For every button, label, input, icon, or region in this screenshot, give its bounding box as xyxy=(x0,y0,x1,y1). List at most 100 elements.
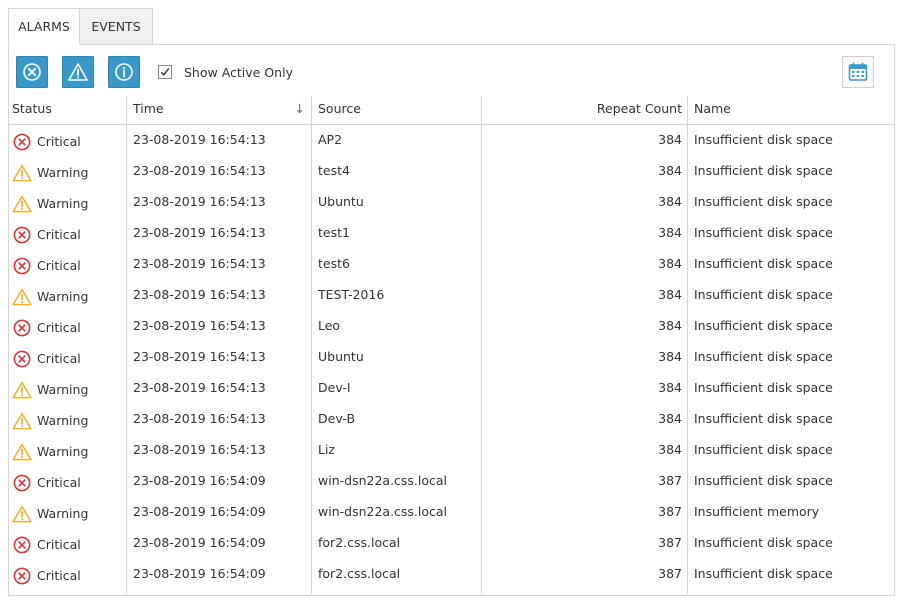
time-cell: 23-08-2019 16:54:13 xyxy=(133,287,266,302)
name-cell: Insufficient disk space xyxy=(694,566,833,581)
name-cell: Insufficient disk space xyxy=(694,163,833,178)
table-row[interactable]: Critical 23-08-2019 16:54:09 for2.css.loca… xyxy=(8,528,895,559)
table-row[interactable]: Warning 23-08-2019 16:54:13 TEST-2016 384 In… xyxy=(8,280,895,311)
table-row[interactable]: Critical 23-08-2019 16:54:13 test6 384 Insuf… xyxy=(8,249,895,280)
column-header-repeat-count[interactable]: Repeat Count xyxy=(482,96,686,125)
source-cell: for2.css.local xyxy=(318,566,401,581)
status-label: Critical xyxy=(37,537,81,552)
tab-events[interactable]: EVENTS xyxy=(80,8,153,45)
time-cell: 23-08-2019 16:54:09 xyxy=(133,535,266,550)
time-cell: 23-08-2019 16:54:13 xyxy=(133,318,266,333)
source-cell: Liz xyxy=(318,442,335,457)
warning-status-icon xyxy=(12,288,32,306)
table-row[interactable]: Warning 23-08-2019 16:54:13 Dev-B 384 Insuff… xyxy=(8,404,895,435)
critical-status-icon xyxy=(13,319,31,337)
source-cell: Ubuntu xyxy=(318,194,364,209)
status-label: Critical xyxy=(37,320,81,335)
source-cell: for2.css.local xyxy=(318,535,401,550)
repeat-count-cell: 387 xyxy=(658,504,682,519)
repeat-count-cell: 384 xyxy=(658,349,682,364)
table-row[interactable]: Warning 23-08-2019 16:54:09 win-dsn22a.css… xyxy=(8,497,895,528)
name-cell: Insufficient disk space xyxy=(694,256,833,271)
status-label: Critical xyxy=(37,351,81,366)
time-cell: 23-08-2019 16:54:13 xyxy=(133,256,266,271)
repeat-count-cell: 384 xyxy=(658,411,682,426)
checkmark-icon xyxy=(160,68,170,76)
source-cell: test6 xyxy=(318,256,350,271)
repeat-count-cell: 384 xyxy=(658,225,682,240)
table-row[interactable]: Critical 23-08-2019 16:54:13 Leo 384 Insuffi… xyxy=(8,311,895,342)
status-label: Warning xyxy=(37,196,89,211)
status-label: Warning xyxy=(37,506,89,521)
column-header-source[interactable]: Source xyxy=(314,96,484,125)
repeat-count-cell: 384 xyxy=(658,380,682,395)
source-cell: win-dsn22a.css.local xyxy=(318,504,448,519)
table-row[interactable]: Critical 23-08-2019 16:54:13 Ubuntu 384 Insu… xyxy=(8,342,895,373)
column-header-time-label: Time xyxy=(133,101,164,116)
column-header-status[interactable]: Status xyxy=(8,96,126,125)
time-cell: 23-08-2019 16:54:13 xyxy=(133,411,266,426)
repeat-count-cell: 384 xyxy=(658,287,682,302)
repeat-count-cell: 387 xyxy=(658,473,682,488)
repeat-count-cell: 384 xyxy=(658,318,682,333)
time-cell: 23-08-2019 16:54:09 xyxy=(133,504,266,519)
time-cell: 23-08-2019 16:54:13 xyxy=(133,380,266,395)
name-cell: Insufficient disk space xyxy=(694,535,833,550)
source-cell: Ubuntu xyxy=(318,349,364,364)
warning-status-icon xyxy=(12,195,32,213)
status-label: Critical xyxy=(37,258,81,273)
calendar-button[interactable] xyxy=(842,56,874,88)
status-label: Warning xyxy=(37,444,89,459)
time-cell: 23-08-2019 16:54:13 xyxy=(133,194,266,209)
table-row[interactable]: Critical 23-08-2019 16:54:09 for2.css.loca… xyxy=(8,559,895,590)
time-cell: 23-08-2019 16:54:13 xyxy=(133,225,266,240)
status-label: Critical xyxy=(37,568,81,583)
status-label: Warning xyxy=(37,165,89,180)
column-header-name[interactable]: Name xyxy=(690,96,890,125)
source-cell: Dev-I xyxy=(318,380,351,395)
table-row[interactable]: Warning 23-08-2019 16:54:13 Liz 384 Insuffic… xyxy=(8,435,895,466)
critical-filter-button[interactable] xyxy=(16,56,48,88)
warning-status-icon xyxy=(12,164,32,182)
sort-descending-icon: ↓ xyxy=(294,101,305,116)
tab-alarms[interactable]: ALARMS xyxy=(8,8,80,45)
time-cell: 23-08-2019 16:54:13 xyxy=(133,163,266,178)
repeat-count-cell: 387 xyxy=(658,535,682,550)
name-cell: Insufficient disk space xyxy=(694,132,833,147)
warning-filter-icon xyxy=(68,63,88,81)
column-header-time[interactable]: Time ↓ xyxy=(129,96,313,125)
source-cell: Dev-B xyxy=(318,411,356,426)
warning-filter-button[interactable] xyxy=(62,56,94,88)
table-row[interactable]: Warning 23-08-2019 16:54:13 test4 384 Insuff… xyxy=(8,156,895,187)
time-cell: 23-08-2019 16:54:13 xyxy=(133,442,266,457)
status-label: Warning xyxy=(37,413,89,428)
table-row[interactable]: Critical 23-08-2019 16:54:09 win-dsn22a.cs… xyxy=(8,466,895,497)
status-label: Critical xyxy=(37,227,81,242)
repeat-count-cell: 384 xyxy=(658,442,682,457)
name-cell: Insufficient disk space xyxy=(694,442,833,457)
time-cell: 23-08-2019 16:54:13 xyxy=(133,132,266,147)
status-label: Warning xyxy=(37,382,89,397)
table-row[interactable]: Critical 23-08-2019 16:54:13 AP2 384 Insuffi… xyxy=(8,125,895,156)
calendar-icon xyxy=(848,62,868,81)
table-row[interactable]: Warning 23-08-2019 16:54:13 Ubuntu 384 Insuf… xyxy=(8,187,895,218)
critical-status-icon xyxy=(13,257,31,275)
repeat-count-cell: 387 xyxy=(658,566,682,581)
warning-status-icon xyxy=(12,505,32,523)
name-cell: Insufficient disk space xyxy=(694,287,833,302)
critical-status-icon xyxy=(13,536,31,554)
critical-status-icon xyxy=(13,133,31,151)
show-active-only-checkbox[interactable] xyxy=(158,65,172,79)
repeat-count-cell: 384 xyxy=(658,132,682,147)
table-row[interactable]: Critical 23-08-2019 16:54:13 test1 384 Insuf… xyxy=(8,218,895,249)
name-cell: Insufficient memory xyxy=(694,504,820,519)
repeat-count-cell: 384 xyxy=(658,194,682,209)
show-active-only-label[interactable]: Show Active Only xyxy=(184,64,293,81)
critical-status-icon xyxy=(13,350,31,368)
table-row[interactable]: Warning 23-08-2019 16:54:13 Dev-I 384 Insuff… xyxy=(8,373,895,404)
name-cell: Insufficient disk space xyxy=(694,349,833,364)
status-label: Critical xyxy=(37,134,81,149)
info-filter-button[interactable] xyxy=(108,56,140,88)
source-cell: AP2 xyxy=(318,132,343,147)
source-cell: TEST-2016 xyxy=(318,287,385,302)
